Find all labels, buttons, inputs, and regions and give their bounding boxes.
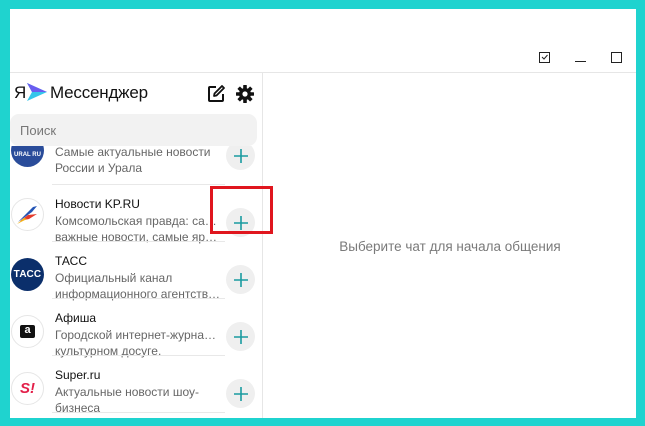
avatar-text: S! <box>20 380 35 397</box>
plus-icon <box>233 386 248 401</box>
subscribe-button[interactable] <box>226 322 255 351</box>
chat-name: Новости KP.RU <box>55 197 140 211</box>
super-logo-icon: S! <box>11 372 44 405</box>
title-bar <box>10 9 636 73</box>
chat-item-afisha[interactable]: a Афиша Городской интернет-журнал о куль… <box>10 299 262 358</box>
compact-icon <box>538 51 550 63</box>
chat-description: Самые актуальные новости России и Урала <box>55 146 211 175</box>
divider <box>52 412 225 413</box>
ural-news-logo-icon: URAL RU <box>11 146 44 167</box>
plus-icon <box>233 148 248 163</box>
chat-name: Афиша <box>55 311 97 325</box>
compose-icon[interactable] <box>206 84 226 104</box>
empty-state-text: Выберите чат для начала общения <box>339 238 561 254</box>
kp-bird-logo-icon <box>11 198 44 231</box>
app-title: Мессенджер <box>50 83 148 102</box>
plus-icon <box>233 329 248 344</box>
chat-item-super[interactable]: S! Super.ru Актуальные новости шоу- бизн… <box>10 356 262 415</box>
minimize-button[interactable] <box>572 49 588 65</box>
avatar-text: ТАСС <box>13 269 42 280</box>
avatar-text: a <box>20 325 35 338</box>
minimize-icon <box>574 60 586 62</box>
chat-name: Super.ru <box>55 368 101 382</box>
messenger-logo-icon <box>27 83 47 101</box>
messenger-window: Я Мессенджер Поиск URAL RU Самые актуаль… <box>10 9 636 418</box>
settings-gear-icon[interactable] <box>235 84 255 104</box>
avatar-text: URAL RU <box>14 152 41 158</box>
chat-item-tass[interactable]: ТАСС ТАСС Официальный канал информационн… <box>10 242 262 301</box>
subscribe-button[interactable] <box>226 146 255 170</box>
maximize-icon <box>610 51 622 63</box>
tass-logo-icon: ТАСС <box>11 258 44 291</box>
chat-sidebar: Я Мессенджер Поиск URAL RU Самые актуаль… <box>10 73 263 418</box>
search-input[interactable] <box>10 114 257 146</box>
plus-icon <box>233 272 248 287</box>
compact-mode-button[interactable] <box>536 49 552 65</box>
afisha-logo-icon: a <box>11 315 44 348</box>
chat-name: ТАСС <box>55 254 88 268</box>
maximize-button[interactable] <box>608 49 624 65</box>
sidebar-header: Я Мессенджер <box>10 73 262 113</box>
subscribe-button[interactable] <box>226 379 255 408</box>
chat-placeholder-area: Выберите чат для начала общения <box>264 73 636 418</box>
chat-item-ural[interactable]: URAL RU Самые актуальные новости России … <box>10 146 262 185</box>
subscribe-button[interactable] <box>226 265 255 294</box>
